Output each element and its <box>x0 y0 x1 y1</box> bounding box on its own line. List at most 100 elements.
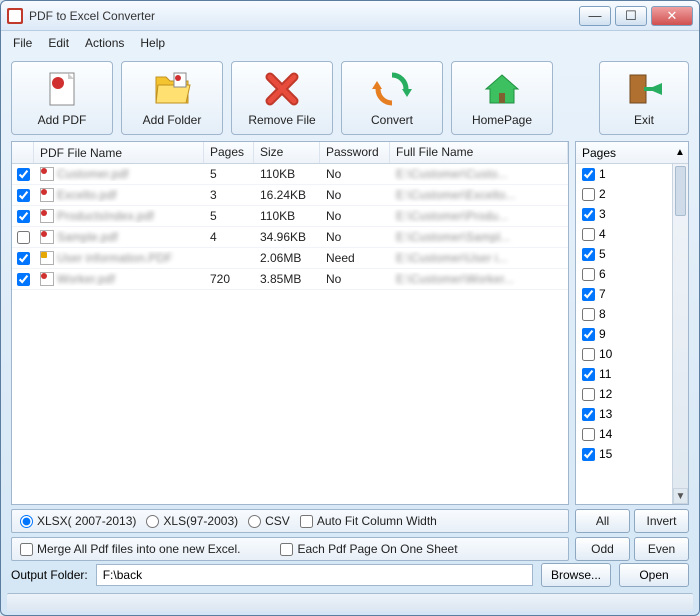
col-password[interactable]: Password <box>320 142 390 163</box>
page-item[interactable]: 9 <box>576 324 672 344</box>
file-name: Worker.pdf <box>57 272 115 286</box>
page-item[interactable]: 13 <box>576 404 672 424</box>
col-size[interactable]: Size <box>254 142 320 163</box>
convert-button[interactable]: Convert <box>341 61 443 135</box>
pdf-icon <box>40 188 54 202</box>
odd-button[interactable]: Odd <box>575 537 630 561</box>
menu-edit[interactable]: Edit <box>48 36 69 50</box>
pdf-file-icon <box>41 69 83 109</box>
row-checkbox[interactable] <box>17 189 30 202</box>
scroll-thumb[interactable] <box>675 166 686 216</box>
exit-button[interactable]: Exit <box>599 61 689 135</box>
row-checkbox[interactable] <box>17 231 30 244</box>
table-header: PDF File Name Pages Size Password Full F… <box>12 142 568 164</box>
page-checkbox[interactable] <box>582 388 595 401</box>
table-row[interactable]: Worker.pdf7203.85MBNoE:\Customer\Worker.… <box>12 269 568 290</box>
page-item[interactable]: 8 <box>576 304 672 324</box>
even-button[interactable]: Even <box>634 537 689 561</box>
page-checkbox[interactable] <box>582 408 595 421</box>
col-pages[interactable]: Pages <box>204 142 254 163</box>
table-row[interactable]: Sample.pdf434.96KBNoE:\Customer\Sampl... <box>12 227 568 248</box>
table-row[interactable]: User information.PDF2.06MBNeedE:\Custome… <box>12 248 568 269</box>
page-checkbox[interactable] <box>582 308 595 321</box>
page-checkbox[interactable] <box>582 208 595 221</box>
row-checkbox[interactable] <box>17 210 30 223</box>
page-item[interactable]: 3 <box>576 204 672 224</box>
output-path-input[interactable] <box>96 564 533 586</box>
minimize-button[interactable]: — <box>579 6 611 26</box>
page-checkbox[interactable] <box>582 268 595 281</box>
table-row[interactable]: Excelto.pdf316.24KBNoE:\Customer\Excelto… <box>12 185 568 206</box>
table-row[interactable]: Customer.pdf5110KBNoE:\Customer\Custo... <box>12 164 568 185</box>
page-item[interactable]: 7 <box>576 284 672 304</box>
table-row[interactable]: ProductsIndex.pdf5110KBNoE:\Customer\Pro… <box>12 206 568 227</box>
menu-help[interactable]: Help <box>140 36 165 50</box>
file-size: 16.24KB <box>254 188 320 202</box>
output-label: Output Folder: <box>11 568 88 582</box>
file-fullpath: E:\Customer\Worker... <box>390 272 568 286</box>
page-item[interactable]: 15 <box>576 444 672 464</box>
radio-xls[interactable]: XLS(97-2003) <box>146 514 238 528</box>
close-button[interactable]: ✕ <box>651 6 693 26</box>
row-checkbox[interactable] <box>17 168 30 181</box>
homepage-button[interactable]: HomePage <box>451 61 553 135</box>
window-title: PDF to Excel Converter <box>29 9 579 23</box>
page-checkbox[interactable] <box>582 168 595 181</box>
row-checkbox[interactable] <box>17 252 30 265</box>
pages-scrollbar[interactable]: ▼ <box>672 164 688 504</box>
col-name[interactable]: PDF File Name <box>34 142 204 163</box>
row-checkbox[interactable] <box>17 273 30 286</box>
toolbar: Add PDF Add Folder Remove File Convert H… <box>1 55 699 141</box>
scroll-up[interactable]: ▲ <box>672 142 688 164</box>
file-size: 110KB <box>254 167 320 181</box>
page-item[interactable]: 6 <box>576 264 672 284</box>
page-item[interactable]: 2 <box>576 184 672 204</box>
page-item[interactable]: 5 <box>576 244 672 264</box>
check-each-page[interactable]: Each Pdf Page On One Sheet <box>280 542 457 556</box>
page-checkbox[interactable] <box>582 228 595 241</box>
browse-button[interactable]: Browse... <box>541 563 611 587</box>
menu-actions[interactable]: Actions <box>85 36 124 50</box>
maximize-button[interactable]: ☐ <box>615 6 647 26</box>
page-checkbox[interactable] <box>582 448 595 461</box>
pdf-icon <box>40 209 54 223</box>
all-button[interactable]: All <box>575 509 630 533</box>
file-fullpath: E:\Customer\User i... <box>390 251 568 265</box>
page-checkbox[interactable] <box>582 368 595 381</box>
page-item[interactable]: 4 <box>576 224 672 244</box>
open-button[interactable]: Open <box>619 563 689 587</box>
page-item[interactable]: 1 <box>576 164 672 184</box>
page-number: 12 <box>599 387 612 401</box>
check-merge[interactable]: Merge All Pdf files into one new Excel. <box>20 542 240 556</box>
page-checkbox[interactable] <box>582 188 595 201</box>
page-item[interactable]: 14 <box>576 424 672 444</box>
file-pages: 3 <box>204 188 254 202</box>
page-checkbox[interactable] <box>582 428 595 441</box>
status-bar <box>7 593 693 611</box>
file-fullpath: E:\Customer\Excelto... <box>390 188 568 202</box>
file-password: No <box>320 230 390 244</box>
page-item[interactable]: 11 <box>576 364 672 384</box>
col-full[interactable]: Full File Name <box>390 142 568 163</box>
page-number: 5 <box>599 247 606 261</box>
add-folder-button[interactable]: Add Folder <box>121 61 223 135</box>
page-checkbox[interactable] <box>582 348 595 361</box>
radio-csv[interactable]: CSV <box>248 514 290 528</box>
remove-file-button[interactable]: Remove File <box>231 61 333 135</box>
file-pages: 5 <box>204 209 254 223</box>
page-checkbox[interactable] <box>582 288 595 301</box>
page-number: 11 <box>599 367 611 381</box>
menu-file[interactable]: File <box>13 36 32 50</box>
scroll-down[interactable]: ▼ <box>673 488 688 504</box>
page-checkbox[interactable] <box>582 248 595 261</box>
check-autofit[interactable]: Auto Fit Column Width <box>300 514 437 528</box>
page-item[interactable]: 12 <box>576 384 672 404</box>
lock-icon <box>40 251 54 265</box>
page-checkbox[interactable] <box>582 328 595 341</box>
file-table: PDF File Name Pages Size Password Full F… <box>11 141 569 505</box>
radio-xlsx[interactable]: XLSX( 2007-2013) <box>20 514 136 528</box>
menu-bar: File Edit Actions Help <box>1 31 699 55</box>
page-item[interactable]: 10 <box>576 344 672 364</box>
add-pdf-button[interactable]: Add PDF <box>11 61 113 135</box>
invert-button[interactable]: Invert <box>634 509 689 533</box>
